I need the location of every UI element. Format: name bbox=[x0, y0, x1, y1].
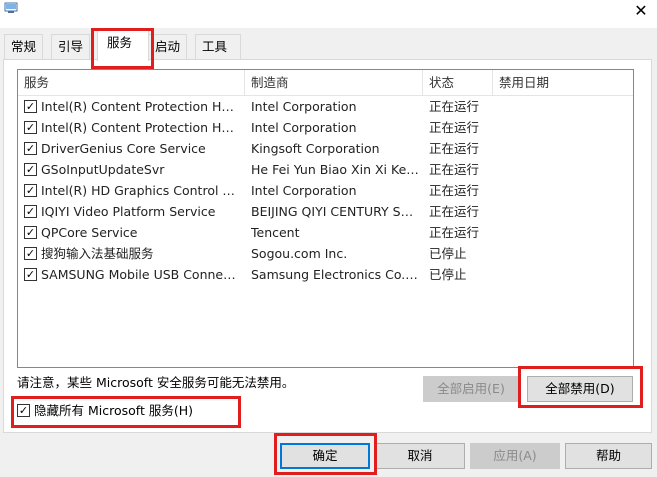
microsoft-services-note: 请注意，某些 Microsoft 安全服务可能无法禁用。 bbox=[17, 375, 295, 390]
service-checkbox[interactable]: ✓ bbox=[24, 268, 37, 281]
table-row[interactable]: ✓ Intel(R) HD Graphics Control Pan... In… bbox=[18, 180, 633, 201]
list-header: 服务 制造商 状态 禁用日期 bbox=[18, 70, 633, 96]
service-status: 已停止 bbox=[429, 267, 467, 282]
table-row[interactable]: ✓ QPCore Service Tencent 正在运行 bbox=[18, 222, 633, 243]
service-manufacturer: He Fei Yun Biao Xin Xi Ke J... bbox=[251, 162, 419, 177]
column-disabled-date[interactable]: 禁用日期 bbox=[493, 70, 633, 96]
service-status: 已停止 bbox=[429, 246, 467, 261]
ok-button[interactable]: 确定 bbox=[280, 443, 370, 469]
service-manufacturer: Tencent bbox=[251, 225, 300, 240]
service-status: 正在运行 bbox=[429, 183, 480, 198]
service-status: 正在运行 bbox=[429, 225, 480, 240]
service-status: 正在运行 bbox=[429, 120, 480, 135]
service-manufacturer: Intel Corporation bbox=[251, 183, 357, 198]
services-list[interactable]: 服务 制造商 状态 禁用日期 ✓ Intel(R) Content Protec… bbox=[17, 69, 634, 368]
service-name: QPCore Service bbox=[41, 225, 138, 240]
column-status[interactable]: 状态 bbox=[423, 70, 493, 96]
service-checkbox[interactable]: ✓ bbox=[24, 142, 37, 155]
disable-all-button[interactable]: 全部禁用(D) bbox=[527, 376, 633, 402]
service-name: DriverGenius Core Service bbox=[41, 141, 206, 156]
help-button[interactable]: 帮助 bbox=[565, 443, 652, 469]
service-checkbox[interactable]: ✓ bbox=[24, 247, 37, 260]
service-status: 正在运行 bbox=[429, 99, 480, 114]
service-name: Intel(R) Content Protection HECI ... bbox=[41, 99, 241, 114]
service-name: Intel(R) HD Graphics Control Pan... bbox=[41, 183, 241, 198]
service-status: 正在运行 bbox=[429, 162, 480, 177]
table-row[interactable]: ✓ DriverGenius Core Service Kingsoft Cor… bbox=[18, 138, 633, 159]
service-manufacturer: Intel Corporation bbox=[251, 99, 357, 114]
tab-services[interactable]: 服务 bbox=[97, 30, 149, 61]
apply-button[interactable]: 应用(A) bbox=[470, 443, 560, 469]
table-row[interactable]: ✓ IQIYI Video Platform Service BEIJING Q… bbox=[18, 201, 633, 222]
enable-all-button[interactable]: 全部启用(E) bbox=[423, 376, 519, 402]
service-name: IQIYI Video Platform Service bbox=[41, 204, 216, 219]
service-name: 搜狗输入法基础服务 bbox=[41, 246, 154, 261]
title-bar: ✕ bbox=[0, 0, 657, 28]
close-icon[interactable]: ✕ bbox=[625, 0, 657, 20]
hide-microsoft-checkbox[interactable]: ✓ bbox=[17, 404, 30, 417]
table-row[interactable]: ✓ Intel(R) Content Protection HDCP... In… bbox=[18, 117, 633, 138]
tab-strip: 常规 引导 服务 启动 工具 bbox=[0, 28, 657, 61]
cancel-button[interactable]: 取消 bbox=[375, 443, 465, 469]
service-status: 正在运行 bbox=[429, 141, 480, 156]
system-config-icon bbox=[4, 2, 18, 13]
tab-tools[interactable]: 工具 bbox=[195, 34, 241, 59]
hide-microsoft-label: 隐藏所有 Microsoft 服务(H) bbox=[34, 403, 193, 418]
table-row[interactable]: ✓ GSoInputUpdateSvr He Fei Yun Biao Xin … bbox=[18, 159, 633, 180]
service-checkbox[interactable]: ✓ bbox=[24, 100, 37, 113]
service-status: 正在运行 bbox=[429, 204, 480, 219]
service-manufacturer: Sogou.com Inc. bbox=[251, 246, 348, 261]
service-manufacturer: BEIJING QIYI CENTURY SC... bbox=[251, 204, 419, 219]
service-checkbox[interactable]: ✓ bbox=[24, 205, 37, 218]
service-manufacturer: Intel Corporation bbox=[251, 120, 357, 135]
service-checkbox[interactable]: ✓ bbox=[24, 121, 37, 134]
service-name: GSoInputUpdateSvr bbox=[41, 162, 165, 177]
service-name: SAMSUNG Mobile USB Connecti... bbox=[41, 267, 241, 282]
table-row[interactable]: ✓ 搜狗输入法基础服务 Sogou.com Inc. 已停止 bbox=[18, 243, 633, 264]
tab-general[interactable]: 常规 bbox=[4, 34, 44, 59]
service-manufacturer: Kingsoft Corporation bbox=[251, 141, 380, 156]
service-checkbox[interactable]: ✓ bbox=[24, 184, 37, 197]
service-manufacturer: Samsung Electronics Co., L... bbox=[251, 267, 419, 282]
column-manufacturer[interactable]: 制造商 bbox=[245, 70, 423, 96]
service-checkbox[interactable]: ✓ bbox=[24, 226, 37, 239]
table-row[interactable]: ✓ Intel(R) Content Protection HECI ... I… bbox=[18, 96, 633, 117]
table-row[interactable]: ✓ SAMSUNG Mobile USB Connecti... Samsung… bbox=[18, 264, 633, 285]
tab-boot[interactable]: 引导 bbox=[51, 34, 91, 59]
column-service[interactable]: 服务 bbox=[18, 70, 245, 96]
service-checkbox[interactable]: ✓ bbox=[24, 163, 37, 176]
tab-startup[interactable]: 启动 bbox=[148, 34, 188, 59]
service-name: Intel(R) Content Protection HDCP... bbox=[41, 120, 241, 135]
